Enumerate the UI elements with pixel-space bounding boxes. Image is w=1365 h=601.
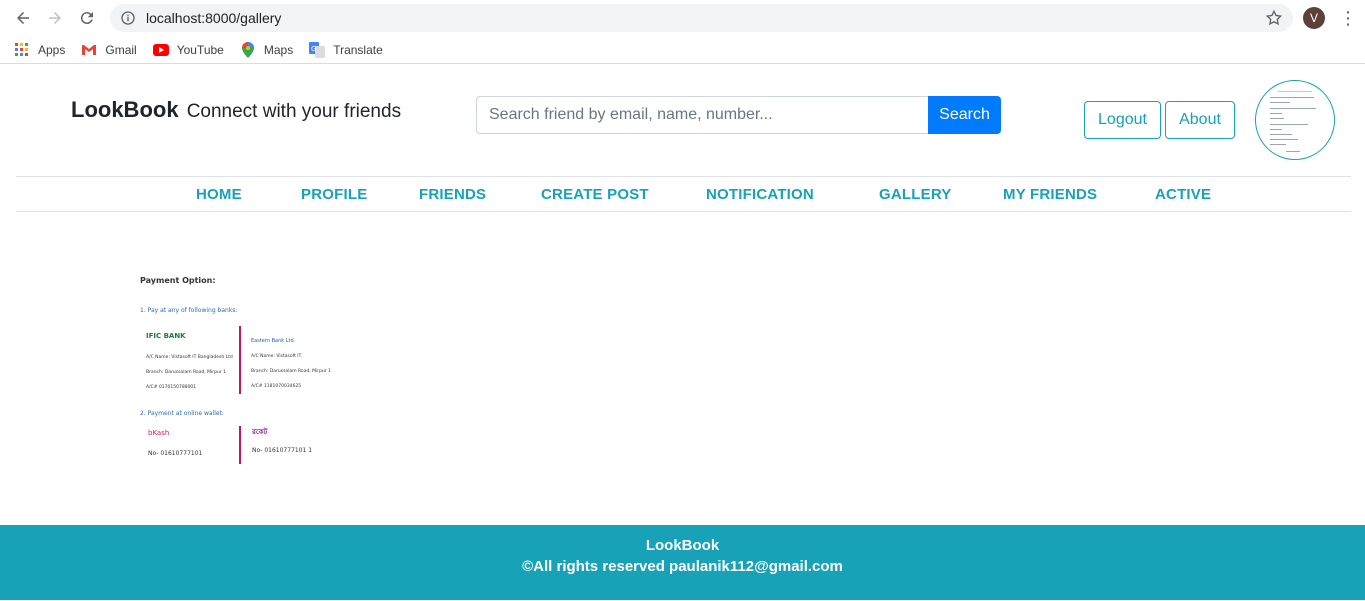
- search-button[interactable]: Search: [928, 96, 1001, 134]
- bookmark-label: Gmail: [105, 42, 137, 57]
- bookmark-translate[interactable]: G Translate: [309, 41, 383, 58]
- bookmark-label: Translate: [333, 42, 383, 57]
- back-icon[interactable]: [10, 5, 36, 31]
- brand-name: LookBook: [71, 97, 179, 122]
- bank1-line: Branch: Darussalam Road, Mirpur 1: [146, 370, 227, 375]
- bank2-line: A/C Name: Vistasoft IT.: [251, 354, 303, 359]
- bookmark-label: Maps: [263, 42, 294, 57]
- bank1-line: A/C Name: Vistasoft IT Bangladesh Ltd: [146, 355, 233, 360]
- bookmark-maps[interactable]: Maps: [240, 41, 294, 58]
- eastern-bank-logo: Eastern Bank Ltd.: [251, 338, 296, 344]
- bookmark-star-icon[interactable]: [1265, 9, 1283, 27]
- bookmarks-bar: Apps Gmail YouTube Maps G Translate: [0, 36, 1365, 64]
- bookmark-apps[interactable]: Apps: [14, 42, 65, 58]
- main-nav: HOME PROFILE FRIENDS CREATE POST NOTIFIC…: [16, 176, 1351, 212]
- gmail-icon: [81, 42, 97, 58]
- ific-bank-logo: IFIC BANK: [146, 332, 186, 340]
- search-form: Search: [476, 96, 1001, 134]
- wallet2-number: No- 01610777101 1: [252, 447, 313, 454]
- apps-grid-icon: [14, 42, 30, 58]
- nav-notification[interactable]: NOTIFICATION: [706, 186, 814, 203]
- nav-my-friends[interactable]: MY FRIENDS: [1003, 186, 1097, 203]
- nav-friends[interactable]: FRIENDS: [419, 186, 486, 203]
- bookmark-label: YouTube: [176, 42, 224, 57]
- wallet1-number: No- 01610777101: [148, 450, 203, 457]
- browser-toolbar: localhost:8000/gallery V ⋮: [0, 0, 1365, 36]
- bkash-logo: bKash: [148, 429, 170, 437]
- address-bar[interactable]: localhost:8000/gallery: [110, 4, 1293, 32]
- gallery-photo[interactable]: Payment Option: 1. Pay at any of followi…: [136, 270, 336, 466]
- footer-copyright: ©All rights reserved paulanik112@gmail.c…: [522, 558, 843, 575]
- reload-icon[interactable]: [74, 5, 100, 31]
- translate-icon: G: [309, 41, 326, 58]
- bookmark-gmail[interactable]: Gmail: [81, 42, 137, 58]
- nav-gallery[interactable]: GALLERY: [879, 186, 952, 203]
- payment-wallet-heading: 2. Payment at online wallet:: [140, 410, 224, 417]
- bookmark-label: Apps: [38, 42, 66, 57]
- site-header: LookBook Connect with your friends Searc…: [0, 64, 1365, 176]
- logout-button[interactable]: Logout: [1084, 101, 1161, 139]
- url-text[interactable]: localhost:8000/gallery: [146, 10, 1265, 26]
- nav-home[interactable]: HOME: [196, 186, 242, 203]
- about-button[interactable]: About: [1165, 101, 1235, 139]
- bank2-line: Branch: Darussalam Road, Mirpur 1: [251, 369, 332, 374]
- youtube-icon: [152, 42, 169, 58]
- footer-brand: LookBook: [645, 537, 720, 554]
- rocket-logo: রকেট: [252, 428, 268, 436]
- svg-text:G: G: [311, 45, 316, 53]
- more-menu-icon[interactable]: ⋮: [1339, 9, 1357, 27]
- profile-avatar[interactable]: [1255, 80, 1335, 160]
- nav-profile[interactable]: PROFILE: [301, 186, 367, 203]
- payment-banks-heading: 1. Pay at any of following banks:: [140, 307, 238, 314]
- info-icon[interactable]: [120, 10, 136, 26]
- page-content: LookBook Connect with your friends Searc…: [0, 64, 1365, 600]
- browser-profile-avatar[interactable]: V: [1303, 7, 1325, 29]
- maps-icon: [240, 41, 256, 58]
- nav-active[interactable]: ACTIVE: [1155, 186, 1211, 203]
- bank1-line: A/C# 0170150788001: [146, 385, 197, 390]
- bank2-line: A/C# 1181070034625: [251, 384, 302, 389]
- brand-tagline: Connect with your friends: [186, 101, 402, 122]
- bookmark-youtube[interactable]: YouTube: [152, 42, 224, 58]
- forward-icon[interactable]: [42, 5, 68, 31]
- search-input[interactable]: [476, 96, 928, 134]
- divider-bar: [239, 426, 241, 464]
- nav-create-post[interactable]: CREATE POST: [541, 186, 649, 203]
- site-footer: LookBook ©All rights reserved paulanik11…: [0, 525, 1365, 600]
- divider-bar: [239, 326, 241, 394]
- site-brand[interactable]: LookBook Connect with your friends: [71, 97, 401, 123]
- payment-title: Payment Option:: [140, 276, 216, 285]
